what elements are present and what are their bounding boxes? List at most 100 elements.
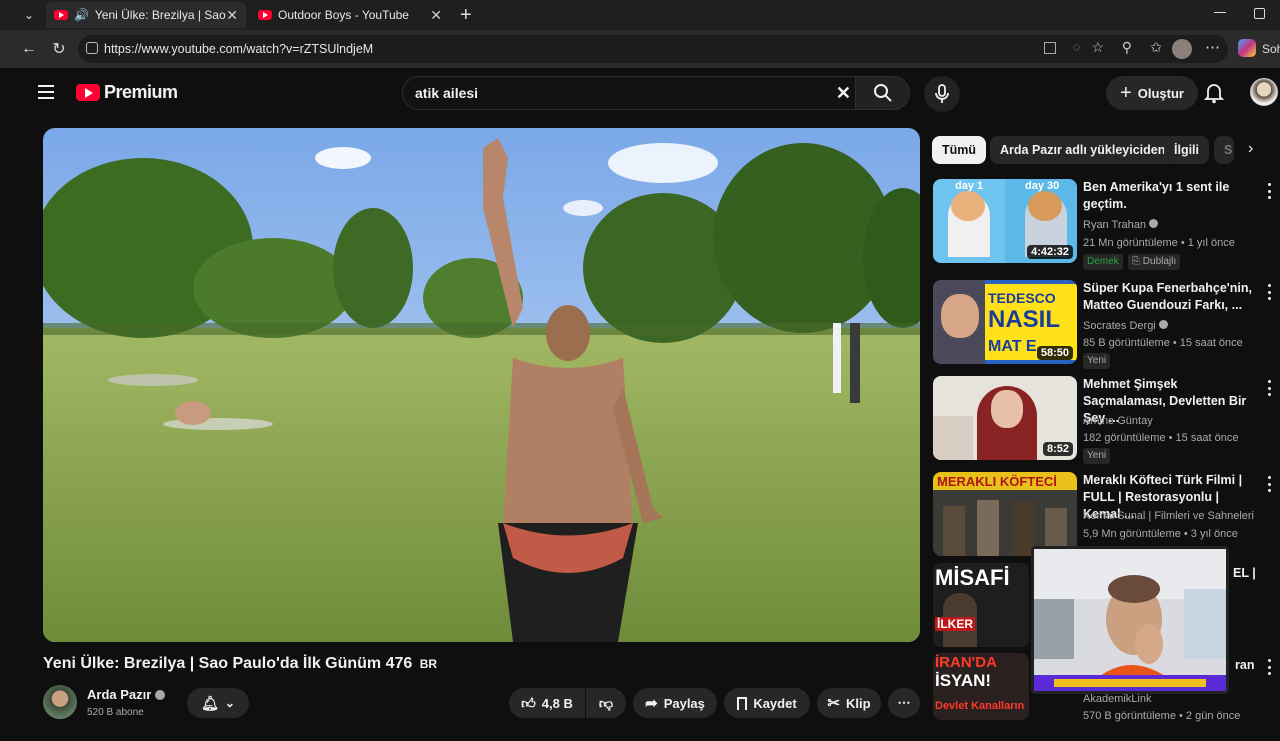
chips-next-arrow-icon[interactable]: › — [1248, 140, 1253, 158]
like-button[interactable]: 👍︎ 4,8 B — [509, 688, 585, 718]
recommendation-item[interactable]: day 1 day 30 4:42:32 Ben Amerika'yı 1 se… — [933, 179, 1273, 270]
recommendation-channel[interactable]: Kemal Sunal | Filmleri ve Sahneleri — [1083, 510, 1254, 522]
thumbnail[interactable]: 8:52 — [933, 376, 1077, 460]
new-tab-icon[interactable]: + — [460, 4, 472, 27]
microphone-icon — [935, 84, 949, 103]
thumbnail[interactable]: İRAN'DA İSYAN! Devlet Kanalların — [933, 653, 1029, 720]
more-vertical-icon[interactable] — [1265, 380, 1273, 396]
chip-more[interactable]: S — [1214, 136, 1234, 164]
recommendation-title[interactable]: Ben Amerika'yı 1 sent ile geçtim. — [1083, 179, 1253, 213]
settings-more-icon[interactable]: ⋯ — [1205, 38, 1220, 56]
bookmark-icon — [737, 696, 748, 710]
tracking-icon[interactable]: ◌ — [1073, 40, 1080, 54]
channel-action-row: Arda Pazır 520 B abone 🔔︎ ⌄ 👍︎ 4,8 B 👎︎ … — [43, 683, 920, 720]
back-icon[interactable]: ← — [18, 38, 40, 60]
tab-yeni-ulke[interactable]: 🔊 Yeni Ülke: Brezilya | Sao Paulo'da ✕ — [46, 2, 246, 28]
thumb-text-3: Devlet Kanalların — [935, 700, 1025, 712]
profile-avatar[interactable] — [1172, 39, 1192, 59]
share-icon: ➦ — [645, 695, 658, 712]
video-frame — [43, 128, 920, 642]
badge-dubbed: ⎘ Dublajlı — [1128, 254, 1181, 270]
channel-text: Ryan Trahan — [1083, 219, 1146, 231]
account-avatar[interactable] — [1250, 78, 1278, 106]
video-player[interactable] — [43, 128, 920, 642]
logo-text: Premium — [104, 82, 178, 102]
hamburger-menu-icon[interactable] — [38, 85, 54, 99]
more-vertical-icon[interactable] — [1265, 284, 1273, 300]
tab-list-chevron-icon[interactable]: ⌄ — [20, 6, 38, 24]
badge-dubbed-text: Dublajlı — [1142, 256, 1177, 267]
apps-icon[interactable] — [1044, 42, 1056, 54]
video-title-suffix: BR — [419, 657, 438, 671]
thumbnail[interactable]: MİSAFİ İLKER — [933, 563, 1029, 647]
youtube-logo[interactable]: Premium — [76, 82, 178, 103]
minimize-icon[interactable] — [1214, 12, 1226, 13]
webcam-overlay — [1031, 546, 1229, 694]
thumb-text-1: MERAKLI KÖFTECİ — [937, 474, 1057, 489]
create-label: Oluştur — [1137, 85, 1184, 101]
recommendation-channel[interactable]: AkademikLink — [1083, 693, 1151, 705]
address-bar[interactable]: https://www.youtube.com/watch?v=rZTSUlnd… — [78, 35, 1228, 63]
badge-demek: Demek — [1083, 254, 1123, 270]
tab-close-icon[interactable]: ✕ — [226, 7, 238, 24]
site-info-icon[interactable] — [86, 42, 98, 54]
chip-related[interactable]: İlgili — [1164, 136, 1209, 164]
reload-icon[interactable]: ↻ — [48, 38, 70, 60]
favorite-star-icon[interactable]: ☆ — [1091, 39, 1104, 56]
recommendation-title[interactable]: EL | — [1233, 565, 1273, 582]
share-label: Paylaş — [663, 695, 705, 711]
more-vertical-icon[interactable] — [1265, 476, 1273, 492]
tab-close-icon[interactable]: ✕ — [430, 7, 442, 24]
scissors-icon: ✂ — [827, 695, 840, 712]
bell-icon: 🔔︎ — [201, 694, 219, 711]
voice-search-button[interactable] — [924, 76, 960, 112]
channel-name[interactable]: Arda Pazır — [87, 687, 166, 702]
recommendation-meta: 570 B görüntüleme • 2 gün önce — [1083, 710, 1241, 722]
verified-icon — [155, 689, 166, 700]
channel-avatar[interactable] — [43, 685, 77, 719]
recommendation-channel[interactable]: Socrates Dergi — [1083, 320, 1168, 332]
thumb-text-1: MİSAFİ — [935, 565, 1010, 590]
thumbnail[interactable]: TEDESCO NASIL MAT E 58:50 — [933, 280, 1077, 364]
notifications-bell-icon[interactable] — [1203, 82, 1225, 109]
clip-button[interactable]: ✂ Klip — [817, 688, 881, 718]
recommendation-channel[interactable]: Ryan Trahan — [1083, 219, 1159, 231]
thumb-text-3: MAT E — [988, 338, 1037, 355]
chip-from-uploader[interactable]: Arda Pazır adlı yükleyiciden — [990, 136, 1176, 164]
video-title-text: Yeni Ülke: Brezilya | Sao Paulo'da İlk G… — [43, 655, 413, 672]
clear-search-icon[interactable]: ✕ — [836, 83, 851, 104]
share-button[interactable]: ➦ Paylaş — [633, 688, 717, 718]
copilot-label[interactable]: Soh — [1262, 42, 1280, 56]
thumb-text-1: İRAN'DA — [935, 654, 997, 671]
search-button[interactable] — [856, 76, 910, 110]
thumbnail[interactable]: day 1 day 30 4:42:32 — [933, 179, 1077, 263]
subscriber-count: 520 B abone — [87, 707, 144, 718]
search-input[interactable]: atik ailesi ✕ — [402, 76, 856, 110]
more-actions-button[interactable]: ⋯ — [888, 688, 920, 718]
save-label: Kaydet — [753, 695, 797, 711]
chip-all[interactable]: Tümü — [932, 136, 987, 164]
recommendation-title[interactable]: Süper Kupa Fenerbahçe'nin, Matteo Guendo… — [1083, 280, 1253, 314]
speaker-icon[interactable]: 🔊 — [74, 8, 89, 22]
recommendation-item[interactable]: TEDESCO NASIL MAT E 58:50 Süper Kupa Fen… — [933, 280, 1273, 369]
recommendation-meta: 85 B görüntüleme • 15 saat önce — [1083, 337, 1243, 349]
thumbnail[interactable]: MERAKLI KÖFTECİ — [933, 472, 1077, 556]
tab-outdoor-boys[interactable]: Outdoor Boys - YouTube ✕ — [250, 2, 450, 28]
save-button[interactable]: Kaydet — [724, 688, 810, 718]
recommendation-channel[interactable]: Amine Güntay — [1083, 415, 1153, 427]
recommendation-item[interactable]: 8:52 Mehmet Şimşek Saçmalaması, Devlette… — [933, 376, 1273, 464]
more-vertical-icon[interactable] — [1265, 183, 1273, 199]
dislike-button[interactable]: 👎︎ — [586, 688, 626, 718]
subscribe-bell-button[interactable]: 🔔︎ ⌄ — [187, 688, 249, 718]
extensions-icon[interactable]: ⚲ — [1122, 39, 1132, 56]
favorites-icon[interactable]: ✩ — [1150, 39, 1162, 56]
more-vertical-icon[interactable] — [1265, 659, 1273, 675]
maximize-icon[interactable] — [1254, 8, 1265, 19]
tab-title: Yeni Ülke: Brezilya | Sao Paulo'da — [94, 8, 226, 22]
video-duration: 4:42:32 — [1027, 245, 1073, 259]
thumb-text-2: İSYAN! — [935, 671, 992, 690]
search-value: atik ailesi — [415, 85, 479, 101]
thumbs-up-icon: 👍︎ — [521, 694, 536, 711]
create-button[interactable]: + Oluştur — [1106, 76, 1198, 110]
copilot-icon[interactable] — [1238, 39, 1256, 57]
